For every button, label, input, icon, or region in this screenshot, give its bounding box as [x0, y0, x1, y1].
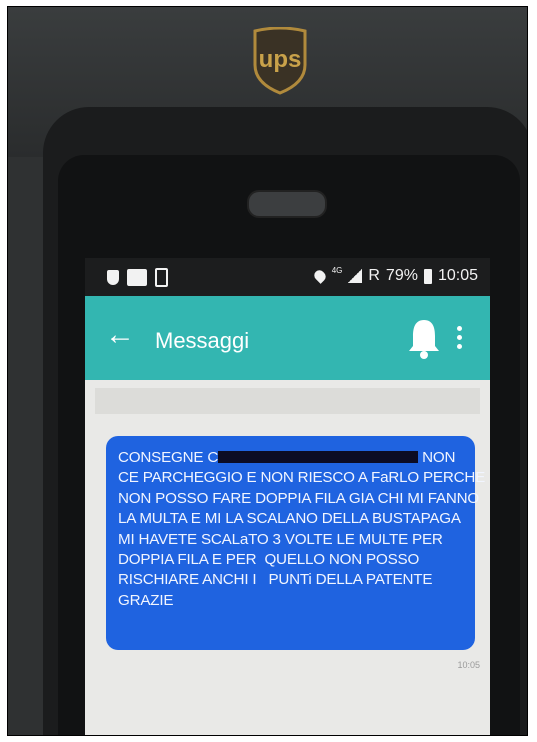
message-line: MI HAVETE SCALaTO 3 VOLTE LE MULTE PER [118, 530, 443, 548]
date-separator [95, 388, 480, 414]
bell-icon[interactable] [407, 316, 441, 360]
ups-logo: ups [253, 27, 307, 95]
app-bar: ← Messaggi [85, 296, 490, 380]
redaction-bar [218, 451, 419, 463]
phone-screen: 4G R 79% 10:05 ← Messaggi CONSEGNE C NON… [85, 258, 490, 735]
message-bubble[interactable]: CONSEGNE C NON CE PARCHEGGIO E NON RIESC… [106, 436, 486, 650]
message-line: RISCHIARE ANCHI I [118, 571, 257, 589]
earpiece-speaker [247, 190, 327, 218]
message-line: NON POSSO FARE DOPPIA FILA GIA CHI MI FA… [118, 489, 480, 507]
status-time: 10:05 [437, 267, 478, 284]
roaming-indicator: R [368, 267, 380, 284]
shield-icon [107, 270, 119, 285]
status-bar: 4G R 79% 10:05 [85, 258, 490, 296]
message-timestamp: 10:05 [457, 660, 480, 670]
arrow-left-icon[interactable]: ← [105, 320, 135, 350]
message-line: PUNTi DELLA PATENTE [268, 571, 433, 589]
network-type: 4G [331, 265, 343, 275]
phone-icon [155, 268, 168, 287]
message-line: CONSEGNE C [118, 449, 219, 466]
ups-logo-text: ups [259, 46, 302, 73]
battery-icon [423, 268, 432, 284]
signal-icon [348, 269, 363, 283]
battery-percent: 79% [385, 267, 418, 284]
photo-frame: ups 4G R 79% 10:05 ← Messaggi CONSEGNE C… [7, 6, 528, 736]
page-title: Messaggi [155, 328, 250, 353]
message-line: GRAZIE [118, 591, 174, 609]
cc-icon [127, 269, 147, 286]
message-line: CE PARCHEGGIO E NON RIESCO A FaRLO PERCH… [118, 469, 486, 487]
message-line: LA MULTA E MI LA SCALANO DELLA BUSTAPAGA [118, 510, 461, 528]
message-line: NON [422, 449, 456, 466]
more-vertical-icon[interactable] [457, 326, 462, 349]
message-line: DOPPIA FILA E PER QUELLO NON POSSO [118, 551, 420, 569]
location-icon [311, 268, 328, 284]
